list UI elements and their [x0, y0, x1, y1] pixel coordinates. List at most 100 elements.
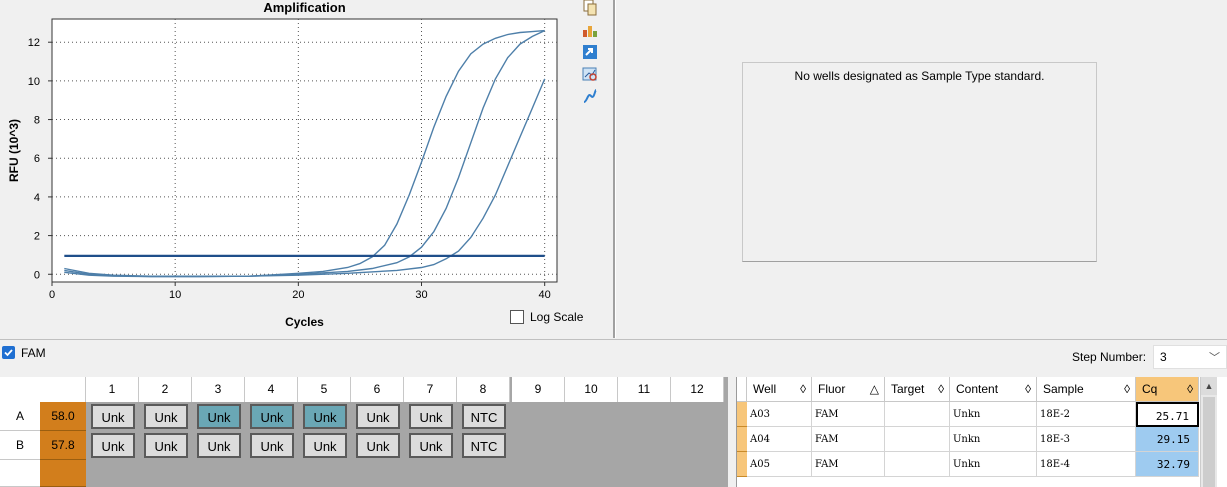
plate-column-header[interactable]: 4	[245, 377, 298, 402]
cell-content[interactable]: Unkn	[950, 402, 1037, 427]
plate-column-header[interactable]: 3	[192, 377, 245, 402]
column-header-fluor[interactable]: Fluor △	[812, 377, 885, 402]
column-header-label: Well	[753, 382, 777, 396]
step-number-select[interactable]: 3 ﹀	[1153, 345, 1227, 369]
cell-target[interactable]	[885, 402, 950, 427]
column-header-label: Target	[891, 382, 925, 396]
plate-well[interactable]: Unk	[303, 433, 347, 458]
no-standards-message: No wells designated as Sample Type stand…	[794, 69, 1045, 83]
y-tick-label: 0	[34, 269, 40, 281]
x-tick-label: 30	[415, 289, 427, 301]
plate-well[interactable]: NTC	[462, 404, 506, 429]
results-table: Well ◊ Fluor △ Target ◊ Content ◊ Sample ◊ Cq ◊ A03 F…	[736, 377, 1227, 487]
fam-checkbox[interactable]	[2, 346, 15, 359]
plate-corner[interactable]	[0, 377, 86, 402]
plate-column-header[interactable]: 8	[457, 377, 510, 402]
cell-fluor[interactable]: FAM	[812, 402, 885, 427]
plate-well[interactable]: Unk	[250, 433, 294, 458]
plate-column-header[interactable]: 2	[139, 377, 192, 402]
sort-icon[interactable]: ◊	[1124, 377, 1130, 402]
pane-divider[interactable]	[613, 0, 616, 338]
plate-row-header[interactable]: B	[0, 431, 40, 460]
column-header-label: Fluor	[818, 382, 846, 396]
cell-sample[interactable]: 18E-4	[1037, 452, 1136, 477]
copy-icon[interactable]	[582, 0, 598, 16]
cell-content[interactable]: Unkn	[950, 452, 1037, 477]
column-header-cq[interactable]: Cq ◊	[1136, 377, 1199, 402]
y-tick-label: 12	[28, 37, 40, 49]
results-corner-header	[737, 377, 747, 402]
y-tick-label: 2	[34, 231, 40, 243]
sort-icon[interactable]: ◊	[800, 377, 806, 402]
plate-column-header[interactable]: 6	[351, 377, 404, 402]
plate-column-header[interactable]: 7	[404, 377, 457, 402]
y-axis-title: RFU (10^3)	[7, 119, 21, 182]
cell-content[interactable]: Unkn	[950, 427, 1037, 452]
sort-icon[interactable]: ◊	[938, 377, 944, 402]
plate-well[interactable]: Unk	[409, 404, 453, 429]
export-icon[interactable]	[582, 44, 598, 60]
plate-well[interactable]: Unk	[356, 404, 400, 429]
cell-well[interactable]: A05	[747, 452, 812, 477]
column-header-target[interactable]: Target ◊	[885, 377, 950, 402]
plate-row-header	[0, 460, 40, 487]
plate-well[interactable]: Unk	[197, 433, 241, 458]
cell-cq[interactable]: 32.79	[1136, 452, 1199, 477]
curve-icon[interactable]	[582, 88, 598, 104]
cell-target[interactable]	[885, 452, 950, 477]
well-temperature: 58.0	[40, 402, 86, 431]
scroll-up-icon[interactable]: ▲	[1201, 377, 1217, 395]
plate-well[interactable]: Unk	[91, 433, 135, 458]
chart-settings-icon[interactable]	[582, 22, 598, 38]
plate-well[interactable]: NTC	[462, 433, 506, 458]
column-header-sample[interactable]: Sample ◊	[1037, 377, 1136, 402]
column-header-well[interactable]: Well ◊	[747, 377, 812, 402]
cell-target[interactable]	[885, 427, 950, 452]
row-marker[interactable]	[737, 402, 747, 427]
results-scrollbar[interactable]: ▲	[1200, 377, 1217, 487]
column-header-content[interactable]: Content ◊	[950, 377, 1037, 402]
sort-icon[interactable]: ◊	[1025, 377, 1031, 402]
plate-well[interactable]: Unk	[144, 404, 188, 429]
plate-column-header[interactable]: 10	[565, 377, 618, 402]
cell-fluor[interactable]: FAM	[812, 427, 885, 452]
plate-well[interactable]: Unk	[250, 404, 294, 429]
plate-well[interactable]: Unk	[303, 404, 347, 429]
cell-fluor[interactable]: FAM	[812, 452, 885, 477]
plate-column-header[interactable]: 1	[86, 377, 139, 402]
plate-column-header[interactable]: 9	[512, 377, 565, 402]
plate-well[interactable]: Unk	[356, 433, 400, 458]
y-tick-label: 8	[34, 115, 40, 127]
cell-sample[interactable]: 18E-2	[1037, 402, 1136, 427]
plate-well[interactable]: Unk	[409, 433, 453, 458]
cell-cq[interactable]: 29.15	[1136, 427, 1199, 452]
row-marker[interactable]	[737, 427, 747, 452]
log-scale-label: Log Scale	[530, 310, 584, 324]
log-scale-checkbox[interactable]	[510, 310, 524, 324]
fluor-bar: FAM Step Number: 3 ﹀	[0, 339, 1227, 376]
plate-well[interactable]: Unk	[91, 404, 135, 429]
sort-icon[interactable]: △	[870, 377, 879, 402]
plate-well[interactable]: Unk	[197, 404, 241, 429]
cell-well[interactable]: A04	[747, 427, 812, 452]
step-number-label: Step Number:	[1072, 350, 1147, 364]
plate-column-header[interactable]: 11	[618, 377, 671, 402]
x-tick-label: 10	[169, 289, 181, 301]
cell-cq[interactable]: 25.71	[1136, 402, 1199, 427]
plate-row-header[interactable]: A	[0, 402, 40, 431]
cell-sample[interactable]: 18E-3	[1037, 427, 1136, 452]
x-axis-title: Cycles	[285, 315, 324, 329]
sort-icon[interactable]: ◊	[1187, 377, 1193, 402]
plate-view: 1 2 3 4 5 6 7 8 9 10 11 12 A 58.0 Unk Unk Unk Unk Unk Unk Un…	[0, 377, 728, 487]
cell-well[interactable]: A03	[747, 402, 812, 427]
plate-well[interactable]: Unk	[144, 433, 188, 458]
row-marker[interactable]	[737, 452, 747, 477]
column-header-label: Cq	[1142, 382, 1158, 396]
zoom-icon[interactable]	[582, 66, 598, 82]
x-tick-label: 0	[49, 289, 55, 301]
plate-column-header[interactable]: 12	[671, 377, 724, 402]
x-tick-label: 40	[539, 289, 551, 301]
step-number-value: 3	[1160, 350, 1167, 364]
scrollbar-thumb[interactable]	[1203, 397, 1215, 487]
plate-column-header[interactable]: 5	[298, 377, 351, 402]
